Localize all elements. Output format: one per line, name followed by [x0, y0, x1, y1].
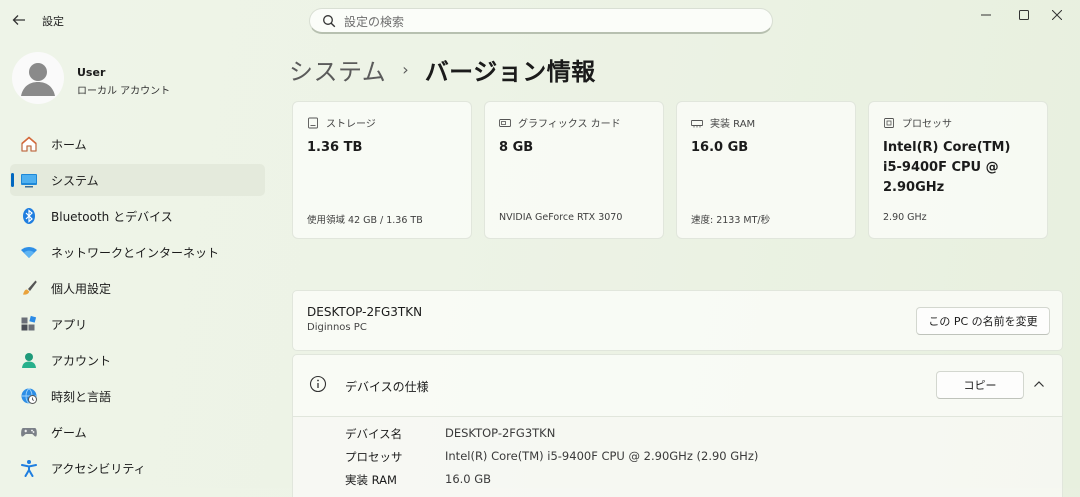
- arrow-left-icon: [12, 15, 25, 25]
- profile-name: User: [77, 66, 106, 79]
- close-icon: [1052, 10, 1062, 20]
- app-title: 設定: [42, 15, 64, 28]
- device-specs-body: デバイス名 DESKTOP-2FG3TKN プロセッサ Intel(R) Cor…: [292, 417, 1063, 497]
- sidebar-item-label: アプリ: [51, 317, 88, 332]
- storage-card-detail: 使用領域 42 GB / 1.36 TB: [307, 215, 423, 226]
- profile-account-type: ローカル アカウント: [77, 86, 171, 97]
- sidebar-item-label: アクセシビリティ: [51, 461, 146, 476]
- gamepad-icon: [20, 423, 38, 441]
- spec-row: デバイス名 DESKTOP-2FG3TKN: [345, 426, 555, 442]
- processor-card[interactable]: プロセッサ Intel(R) Core(TM) i5-9400F CPU @ 2…: [868, 101, 1048, 239]
- ram-card-value: 16.0 GB: [691, 140, 749, 155]
- back-button[interactable]: [8, 8, 30, 32]
- rename-pc-button[interactable]: この PC の名前を変更: [916, 307, 1050, 335]
- person-avatar-icon: [21, 63, 55, 96]
- sidebar-item-network[interactable]: ネットワークとインターネット: [10, 236, 265, 268]
- sidebar-item-apps[interactable]: アプリ: [10, 308, 265, 340]
- device-specs-title: デバイスの仕様: [345, 380, 429, 394]
- ram-card-detail: 速度: 2133 MT/秒: [691, 215, 771, 226]
- spec-row: 実装 RAM 16.0 GB: [345, 472, 491, 488]
- close-button[interactable]: [1034, 0, 1080, 30]
- storage-card-label: ストレージ: [326, 119, 376, 130]
- wifi-icon: [20, 243, 38, 261]
- search-icon: [323, 15, 336, 28]
- sidebar-item-label: アカウント: [51, 353, 112, 368]
- sidebar-item-system[interactable]: システム: [10, 164, 265, 196]
- device-name-panel: DESKTOP-2FG3TKN Diginnos PC この PC の名前を変更: [292, 290, 1063, 351]
- sidebar-item-accessibility[interactable]: アクセシビリティ: [10, 452, 265, 484]
- sidebar-item-accounts[interactable]: アカウント: [10, 344, 265, 376]
- spec-key: プロセッサ: [345, 450, 403, 464]
- breadcrumb-parent-link[interactable]: システム: [289, 52, 386, 87]
- sidebar-item-bluetooth[interactable]: Bluetooth とデバイス: [10, 200, 265, 232]
- search-box[interactable]: [309, 8, 773, 34]
- processor-icon: [883, 117, 895, 129]
- sidebar-item-home[interactable]: ホーム: [10, 128, 265, 160]
- chevron-up-icon[interactable]: [1033, 379, 1045, 389]
- minimize-icon: [981, 14, 991, 16]
- spec-value: DESKTOP-2FG3TKN: [445, 426, 556, 440]
- processor-card-detail: 2.90 GHz: [883, 212, 927, 223]
- apps-icon: [20, 315, 38, 333]
- ram-card-label: 実装 RAM: [710, 119, 756, 130]
- sidebar-item-label: ゲーム: [51, 425, 87, 440]
- sidebar-item-time-language[interactable]: 時刻と言語: [10, 380, 265, 412]
- search-input[interactable]: [342, 12, 766, 32]
- device-specs-header[interactable]: デバイスの仕様 コピー: [292, 354, 1063, 417]
- paintbrush-icon: [20, 279, 38, 297]
- ram-card[interactable]: 実装 RAM 16.0 GB 速度: 2133 MT/秒: [676, 101, 856, 239]
- accessibility-icon: [20, 459, 38, 477]
- storage-card-value: 1.36 TB: [307, 140, 363, 155]
- sidebar-item-label: 個人用設定: [51, 281, 112, 296]
- page-title: バージョン情報: [424, 58, 596, 86]
- graphics-card-value: 8 GB: [499, 140, 534, 155]
- sidebar-item-label: 時刻と言語: [51, 389, 112, 404]
- sidebar-item-label: Bluetooth とデバイス: [51, 209, 173, 224]
- globe-clock-icon: [20, 387, 38, 405]
- storage-card[interactable]: ストレージ 1.36 TB 使用領域 42 GB / 1.36 TB: [292, 101, 472, 239]
- sidebar-item-label: システム: [51, 173, 99, 188]
- sidebar-item-gaming[interactable]: ゲーム: [10, 416, 265, 448]
- ram-icon: [691, 117, 703, 129]
- sidebar-item-label: ネットワークとインターネット: [51, 245, 220, 260]
- spec-value: 16.0 GB: [445, 472, 492, 486]
- bluetooth-icon: [20, 207, 38, 225]
- processor-card-value: Intel(R) Core(TM) i5-9400F CPU @ 2.90GHz: [883, 140, 1011, 195]
- avatar[interactable]: [12, 52, 64, 104]
- sidebar-item-personalization[interactable]: 個人用設定: [10, 272, 265, 304]
- spec-row: プロセッサ Intel(R) Core(TM) i5-9400F CPU @ 2…: [345, 449, 758, 465]
- maximize-icon: [1019, 10, 1029, 20]
- sidebar-nav: ホーム システム Bluetooth とデバイス ネットワークとインターネット …: [10, 128, 265, 488]
- breadcrumb-separator: ›: [402, 60, 409, 79]
- graphics-card-card[interactable]: グラフィックス カード 8 GB NVIDIA GeForce RTX 3070: [484, 101, 664, 239]
- spec-key: デバイス名: [345, 427, 403, 441]
- title-bar: 設定: [0, 0, 1080, 40]
- breadcrumb: システム › バージョン情報: [289, 52, 596, 87]
- graphics-card-label: グラフィックス カード: [518, 119, 621, 130]
- spec-value: Intel(R) Core(TM) i5-9400F CPU @ 2.90GHz…: [445, 449, 759, 463]
- device-name: DESKTOP-2FG3TKN: [307, 305, 423, 319]
- home-icon: [20, 135, 38, 153]
- sidebar-item-label: ホーム: [51, 137, 87, 152]
- system-monitor-icon: [20, 171, 38, 189]
- storage-icon: [307, 117, 319, 129]
- spec-key: 実装 RAM: [345, 473, 397, 487]
- graphics-card-icon: [499, 117, 511, 129]
- person-icon: [20, 351, 38, 369]
- processor-card-label: プロセッサ: [902, 119, 952, 130]
- graphics-card-detail: NVIDIA GeForce RTX 3070: [499, 212, 623, 223]
- copy-button[interactable]: コピー: [936, 371, 1024, 399]
- device-model: Diginnos PC: [307, 322, 367, 333]
- info-icon: [309, 375, 327, 393]
